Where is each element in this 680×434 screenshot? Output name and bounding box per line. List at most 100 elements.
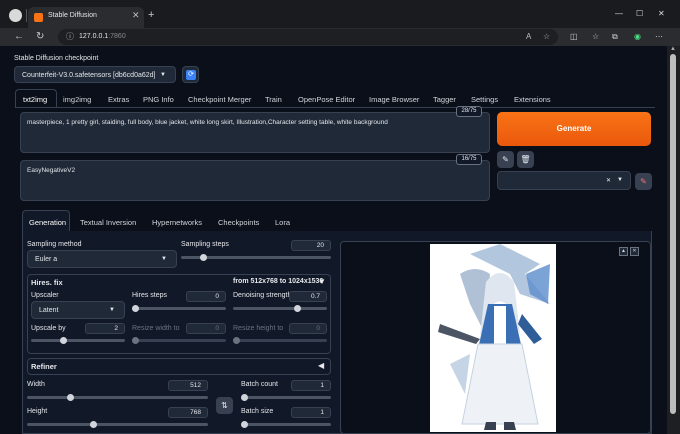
tab-txt2img[interactable]: txt2img <box>23 95 47 104</box>
sampling-method-label: Sampling method <box>27 241 82 248</box>
tab-lora[interactable]: Lora <box>275 218 290 227</box>
trash-icon[interactable]: 🗑 <box>517 151 534 168</box>
close-window-button[interactable]: ✕ <box>658 10 665 18</box>
refresh-checkpoint-button[interactable]: ⟳ <box>182 66 199 83</box>
slider-handle <box>132 337 139 344</box>
styles-dropdown[interactable]: ✕ ▼ <box>497 171 631 190</box>
scroll-up-icon[interactable]: ▲ <box>670 46 676 52</box>
slider-handle[interactable] <box>60 337 67 344</box>
slider-handle[interactable] <box>67 394 74 401</box>
generated-image[interactable] <box>430 244 556 432</box>
browser-tab[interactable]: Stable Diffusion ✕ <box>28 7 144 29</box>
tab-divider <box>26 9 27 22</box>
favicon-icon <box>34 13 43 22</box>
width-slider[interactable] <box>27 394 208 401</box>
checkpoint-label: Stable Diffusion checkpoint <box>14 55 99 62</box>
batch-size-slider[interactable] <box>241 421 331 428</box>
output-gallery: ▲ ✕ <box>340 241 651 434</box>
upscaler-label: Upscaler <box>31 292 59 299</box>
new-tab-button[interactable]: + <box>148 10 154 21</box>
page-scrollbar[interactable]: ▲ <box>667 46 680 434</box>
more-menu-icon[interactable]: ⋯ <box>655 31 663 43</box>
upscale-by-slider[interactable] <box>31 337 125 344</box>
denoising-strength-input[interactable]: 0.7 <box>289 291 327 302</box>
positive-prompt-input[interactable]: masterpiece, 1 pretty girl, staiding, fu… <box>20 112 490 153</box>
slider-handle[interactable] <box>241 394 248 401</box>
positive-token-counter: 28/75 <box>456 106 482 117</box>
expand-icon[interactable]: ◀ <box>318 361 324 370</box>
height-label: Height <box>27 408 48 415</box>
tab-extras[interactable]: Extras <box>108 95 129 104</box>
upscale-by-input[interactable]: 2 <box>85 323 125 334</box>
tab-openpose-editor[interactable]: OpenPose Editor <box>298 95 355 104</box>
tab-extensions[interactable]: Extensions <box>514 95 551 104</box>
hires-steps-label: Hires steps <box>132 292 168 299</box>
chevron-down-icon: ▼ <box>160 72 166 78</box>
minimize-button[interactable]: — <box>615 10 623 18</box>
sampling-method-dropdown[interactable]: Euler a ▼ <box>27 250 177 268</box>
favorite-star-icon[interactable]: ☆ <box>543 32 550 41</box>
profile-avatar[interactable] <box>9 9 22 22</box>
edit-styles-button[interactable]: ✎ <box>497 151 514 168</box>
batch-size-input[interactable]: 1 <box>291 407 331 418</box>
tab-close-icon[interactable]: ✕ <box>132 10 140 21</box>
slider-handle[interactable] <box>90 421 97 428</box>
batch-count-input[interactable]: 1 <box>291 380 331 391</box>
extension-icon[interactable]: ◉ <box>634 31 641 43</box>
slider-handle[interactable] <box>200 254 207 261</box>
tab-checkpoint-merger[interactable]: Checkpoint Merger <box>188 95 251 104</box>
reload-icon[interactable]: ↻ <box>36 31 44 43</box>
tab-image-browser[interactable]: Image Browser <box>369 95 419 104</box>
address-bar[interactable]: ⓘ 127.0.0.1:7860 A ☆ <box>58 29 558 45</box>
upscale-by-label: Upscale by <box>31 325 66 332</box>
fullscreen-icon[interactable]: ▲ <box>619 247 628 256</box>
tab-png-info[interactable]: PNG Info <box>143 95 174 104</box>
generate-button[interactable]: Generate <box>497 112 651 146</box>
tab-img2img[interactable]: img2img <box>63 95 91 104</box>
height-input[interactable]: 768 <box>168 407 208 418</box>
negative-prompt-input[interactable]: EasyNegativeV2 <box>20 160 490 201</box>
slider-handle[interactable] <box>132 305 139 312</box>
height-slider[interactable] <box>27 421 208 428</box>
checkpoint-dropdown[interactable]: Counterfeit-V3.0.safetensors [db6cd0a62d… <box>14 66 176 83</box>
read-aloud-icon[interactable]: A <box>526 32 531 41</box>
tab-train[interactable]: Train <box>265 95 282 104</box>
maximize-button[interactable]: ☐ <box>636 10 643 18</box>
resize-width-slider <box>132 337 226 344</box>
upscaler-value: Latent <box>39 307 59 314</box>
tab-title: Stable Diffusion <box>48 12 97 19</box>
clear-icon[interactable]: ✕ <box>606 177 611 184</box>
upscaler-dropdown[interactable]: Latent ▼ <box>31 301 125 319</box>
split-screen-icon[interactable]: ◫ <box>570 31 578 43</box>
tab-underline <box>15 107 655 108</box>
tab-hypernetworks[interactable]: Hypernetworks <box>152 218 202 227</box>
refiner-title[interactable]: Refiner <box>31 362 57 371</box>
scroll-thumb[interactable] <box>670 54 676 414</box>
tab-textual-inversion[interactable]: Textual Inversion <box>80 218 136 227</box>
batch-count-slider[interactable] <box>241 394 331 401</box>
tab-settings[interactable]: Settings <box>471 95 498 104</box>
collections-icon[interactable]: ⧉ <box>612 31 618 43</box>
hires-steps-slider[interactable] <box>132 305 226 312</box>
apply-style-button[interactable]: ✎ <box>635 173 652 190</box>
info-icon[interactable]: ⓘ <box>66 31 74 42</box>
swap-dimensions-button[interactable]: ⇅ <box>216 397 233 414</box>
tab-generation[interactable]: Generation <box>29 218 66 227</box>
sampling-steps-slider[interactable] <box>181 254 331 261</box>
favorites-icon[interactable]: ☆ <box>592 31 599 43</box>
tab-checkpoints[interactable]: Checkpoints <box>218 218 259 227</box>
resize-width-label: Resize width to <box>132 325 180 332</box>
denoising-strength-slider[interactable] <box>233 305 327 312</box>
slider-handle[interactable] <box>241 421 248 428</box>
collapse-icon[interactable]: ▼ <box>318 277 326 286</box>
hires-fix-title[interactable]: Hires. fix <box>31 278 63 287</box>
refiner-group[interactable] <box>27 358 331 375</box>
close-image-icon[interactable]: ✕ <box>630 247 639 256</box>
negative-token-counter: 16/75 <box>456 154 482 165</box>
hires-steps-input[interactable]: 0 <box>186 291 226 302</box>
slider-handle[interactable] <box>294 305 301 312</box>
back-icon[interactable]: ← <box>14 31 24 43</box>
tab-tagger[interactable]: Tagger <box>433 95 456 104</box>
sampling-steps-input[interactable]: 20 <box>291 240 331 251</box>
width-input[interactable]: 512 <box>168 380 208 391</box>
